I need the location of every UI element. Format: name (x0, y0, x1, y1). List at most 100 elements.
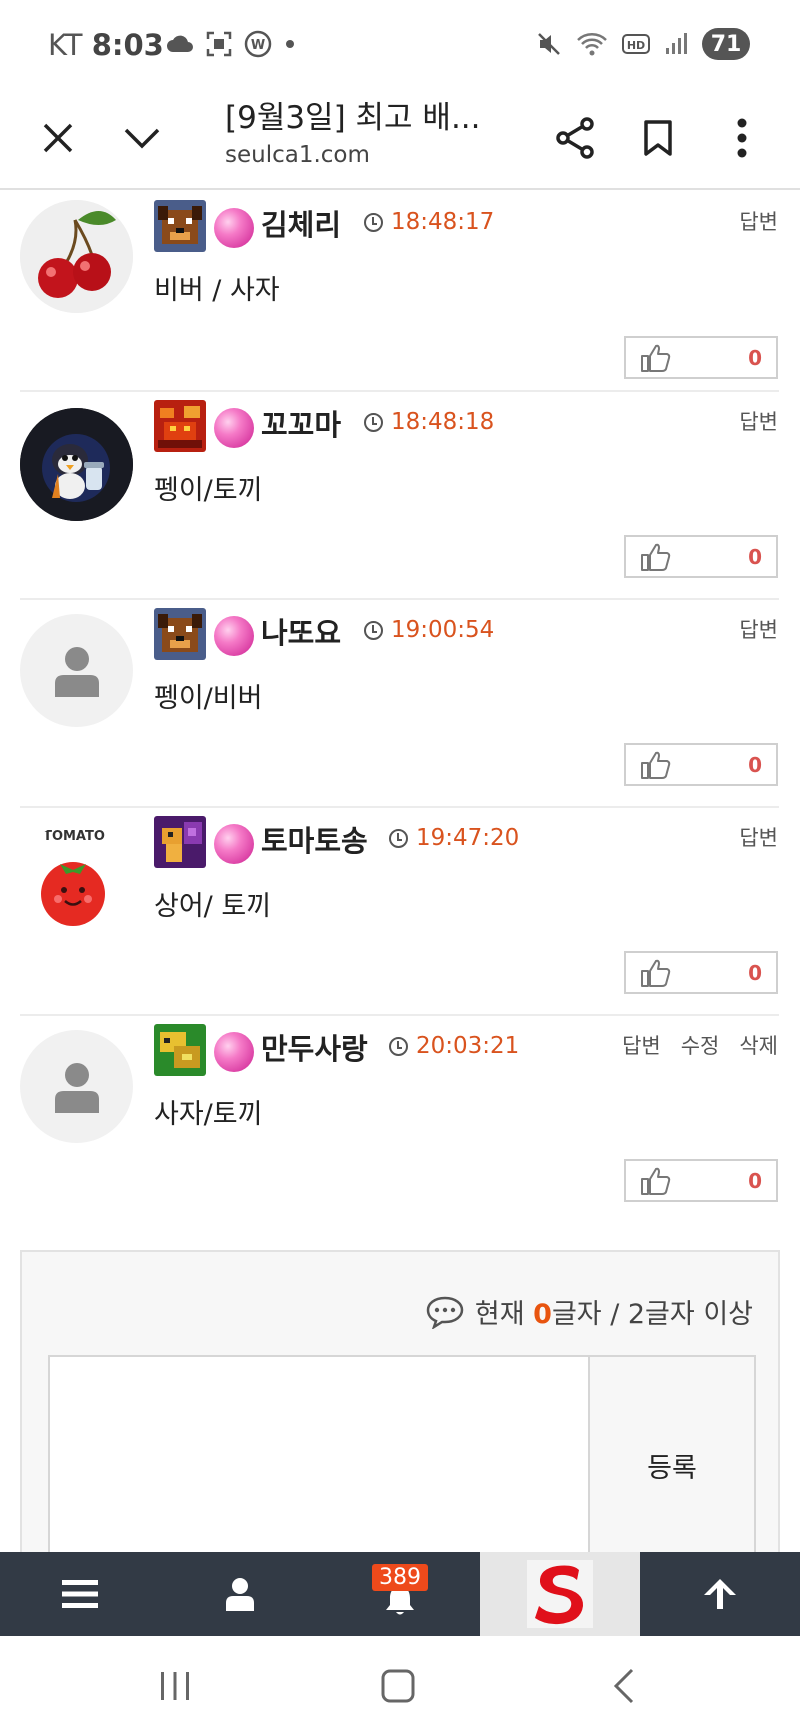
avatar-default[interactable] (20, 1030, 133, 1143)
counter-value: 0 (533, 1299, 552, 1330)
user-button[interactable] (160, 1552, 320, 1636)
thumbs-up-icon (641, 543, 671, 571)
submit-button[interactable]: 등록 (588, 1355, 756, 1575)
clock-icon (364, 412, 383, 432)
comment-nickname[interactable]: 토마토송 (261, 818, 368, 860)
dog-level-icon (154, 608, 206, 660)
comment-textarea[interactable] (48, 1355, 588, 1575)
status-bar: KT 8:03 W HD 71 (0, 0, 800, 90)
comment-time-text: 19:00:54 (391, 617, 495, 643)
avatar-tomato[interactable]: TOMATO (20, 822, 133, 935)
comment-time: 19:47:20 (389, 825, 519, 851)
like-button[interactable]: 0 (624, 535, 778, 578)
clock-time: 8:03 (91, 28, 164, 62)
like-button[interactable]: 0 (624, 951, 778, 994)
counter-suffix: 글자 / 2글자 이상 (551, 1299, 753, 1330)
comment-nickname[interactable]: 꼬꼬마 (261, 402, 341, 444)
reply-button[interactable]: 답변 (739, 206, 778, 236)
avatar-cherry[interactable] (20, 200, 133, 313)
member-gem-icon (214, 1032, 254, 1072)
comment-nickname[interactable]: 만두사랑 (261, 1026, 368, 1068)
like-count: 0 (748, 544, 762, 569)
back-button[interactable] (594, 1666, 654, 1706)
comment-actions: 답변 (739, 206, 778, 236)
comment-content: 사자/토끼 (154, 1099, 263, 1130)
site-logo-button[interactable] (480, 1552, 640, 1636)
level-icon (154, 200, 206, 252)
cloud-icon (167, 35, 193, 52)
like-count: 0 (748, 345, 762, 370)
comment-time: 20:03:21 (389, 1033, 519, 1059)
avatar-penguin[interactable] (20, 408, 133, 521)
more-button[interactable] (712, 108, 772, 168)
comment-actions: 답변 (739, 614, 778, 644)
member-gem-icon (214, 208, 254, 248)
like-button[interactable]: 0 (624, 1159, 778, 1202)
comment-nickname[interactable]: 나또요 (261, 610, 341, 652)
reply-button[interactable]: 답변 (739, 614, 778, 644)
share-icon (556, 117, 594, 159)
like-button[interactable]: 0 (624, 336, 778, 379)
edit-button[interactable]: 수정 (681, 1030, 720, 1060)
comment-time-text: 18:48:18 (391, 409, 495, 435)
speech-bubble-icon (426, 1296, 464, 1329)
recent-apps-button[interactable] (145, 1666, 205, 1706)
back-icon (613, 1668, 634, 1704)
member-gem-icon (214, 824, 254, 864)
dot-icon (286, 40, 294, 48)
notification-button[interactable]: 389 (320, 1552, 480, 1636)
default-user-icon (54, 1062, 99, 1113)
user-icon (226, 1578, 254, 1611)
comment-item: TOMATO 토마토송 19:47:20 답변 상어/ 토끼 0 (0, 808, 800, 1016)
like-button[interactable]: 0 (624, 743, 778, 786)
thumbs-up-icon (641, 751, 671, 779)
avatar-text: TOMATO (43, 829, 105, 844)
mute-icon (538, 33, 560, 55)
dragon-level-icon (154, 400, 206, 452)
delete-button[interactable]: 삭제 (739, 1030, 778, 1060)
comment-actions: 답변 (739, 822, 778, 852)
close-button[interactable] (28, 108, 88, 168)
dog-level-icon (154, 200, 206, 252)
comment-item: 꼬꼬마 18:48:18 답변 펭이/토끼 0 (0, 392, 800, 600)
avatar-default[interactable] (20, 614, 133, 727)
comment-list: 김체리 18:48:17 답변 비버 / 사자 0 꼬꼬마 18:48:18 답… (0, 192, 800, 1242)
status-carrier-time: KT 8:03 (48, 28, 164, 62)
android-nav-bar (0, 1636, 800, 1734)
comment-time: 18:48:18 (364, 409, 494, 435)
thumbs-up-icon (641, 959, 671, 987)
reply-button[interactable]: 답변 (622, 1030, 661, 1060)
screenshot-icon (206, 31, 232, 57)
level-icon (154, 816, 206, 868)
svg-text:W: W (251, 38, 265, 53)
w-badge-icon: W (244, 30, 272, 58)
comment-nickname[interactable]: 김체리 (261, 202, 341, 244)
recent-apps-icon (161, 1672, 189, 1700)
level-icon (154, 608, 206, 660)
page-url[interactable]: seulca1.com (225, 142, 370, 168)
comment-time-text: 20:03:21 (416, 1033, 520, 1059)
comment-actions: 답변 (739, 406, 778, 436)
reply-button[interactable]: 답변 (739, 822, 778, 852)
page-title[interactable]: [9월3일] 최고 배... (225, 92, 481, 137)
default-user-icon (54, 646, 99, 697)
scroll-top-button[interactable] (640, 1552, 800, 1636)
green-level-icon (154, 1024, 206, 1076)
clock-icon (389, 828, 408, 848)
tomato-icon: TOMATO (20, 822, 133, 935)
menu-button[interactable] (0, 1552, 160, 1636)
member-gem-icon (214, 616, 254, 656)
bookmark-button[interactable] (628, 108, 688, 168)
svg-text:HD: HD (627, 39, 645, 52)
minimize-button[interactable] (112, 108, 172, 168)
comment-time-text: 19:47:20 (416, 825, 520, 851)
share-button[interactable] (545, 108, 605, 168)
home-button[interactable] (368, 1666, 428, 1706)
comment-item: 김체리 18:48:17 답변 비버 / 사자 0 (0, 192, 800, 392)
thumbs-up-icon (641, 1167, 671, 1195)
like-count: 0 (748, 752, 762, 777)
comment-form: 현재 0글자 / 2글자 이상 등록 (20, 1250, 780, 1575)
comment-item: 나또요 19:00:54 답변 펭이/비버 0 (0, 600, 800, 808)
reply-button[interactable]: 답변 (739, 406, 778, 436)
site-bottom-nav: 389 (0, 1552, 800, 1636)
